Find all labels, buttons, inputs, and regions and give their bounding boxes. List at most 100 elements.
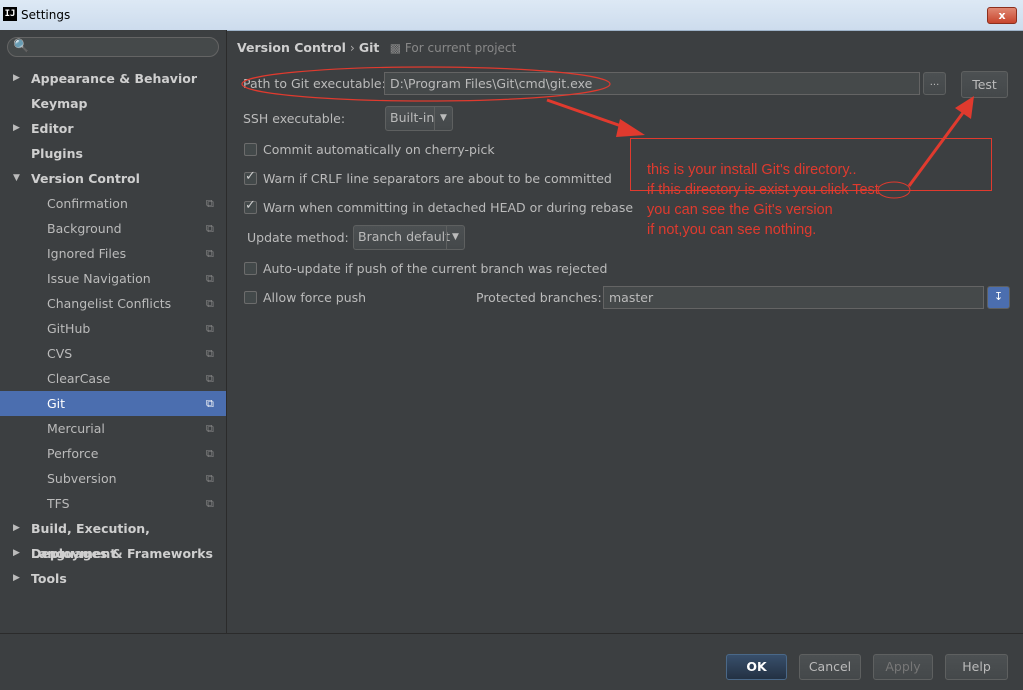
auto-update-checkbox[interactable] bbox=[244, 262, 257, 275]
sidebar-item-mercurial[interactable]: Mercurial ⧉ bbox=[0, 416, 226, 441]
allow-force-push-label: Allow force push bbox=[263, 290, 367, 305]
project-scope-icon: ⧉ bbox=[206, 222, 214, 235]
breadcrumb-separator: › bbox=[349, 40, 355, 55]
dialog-footer: OK Cancel Apply Help bbox=[0, 633, 1023, 690]
project-scope-icon: ⧉ bbox=[206, 197, 214, 210]
sidebar-item-label: CVS bbox=[47, 346, 73, 361]
sidebar-item-label: Languages & Frameworks bbox=[31, 546, 213, 561]
project-scope-icon: ⧉ bbox=[206, 372, 214, 385]
sidebar-item-github[interactable]: GitHub ⧉ bbox=[0, 316, 226, 341]
apply-button[interactable]: Apply bbox=[873, 654, 933, 680]
sidebar-item-label: Confirmation bbox=[47, 196, 128, 211]
sidebar-item-label: Perforce bbox=[47, 446, 99, 461]
sidebar-item-perforce[interactable]: Perforce ⧉ bbox=[0, 441, 226, 466]
search-icon: 🔍 bbox=[13, 39, 30, 54]
sidebar-item-plugins[interactable]: Plugins bbox=[0, 141, 226, 166]
sidebar-item-label: Mercurial bbox=[47, 421, 105, 436]
sidebar-item-subversion[interactable]: Subversion ⧉ bbox=[0, 466, 226, 491]
sidebar-item-languages-frameworks[interactable]: ▶ Languages & Frameworks bbox=[0, 541, 226, 566]
auto-update-label: Auto-update if push of the current branc… bbox=[263, 261, 608, 276]
project-scope-icon: ⧉ bbox=[206, 272, 214, 285]
annotation-overlay bbox=[241, 66, 974, 199]
project-scope-icon: ⧉ bbox=[206, 497, 214, 510]
sidebar-item-label: Changelist Conflicts bbox=[47, 296, 172, 311]
warn-crlf-checkbox[interactable] bbox=[244, 169, 257, 185]
chevron-down-icon: ▼ bbox=[434, 107, 452, 130]
warn-detached-head-checkbox[interactable] bbox=[244, 198, 257, 214]
sidebar-item-build-execution-deployment[interactable]: ▶ Build, Execution, Deployment bbox=[0, 516, 226, 561]
sidebar-item-changelist-conflicts[interactable]: Changelist Conflicts ⧉ bbox=[0, 291, 226, 316]
ssh-executable-select[interactable]: Built-in ▼ bbox=[385, 106, 453, 131]
sidebar-item-version-control[interactable]: ▼ Version Control bbox=[0, 166, 226, 191]
cancel-button[interactable]: Cancel bbox=[799, 654, 861, 680]
sidebar-item-issue-navigation[interactable]: Issue Navigation ⧉ bbox=[0, 266, 226, 291]
expand-arrow-icon[interactable]: ▶ bbox=[13, 516, 20, 541]
window-title: Settings bbox=[21, 8, 71, 22]
commit-on-cherry-pick-checkbox[interactable] bbox=[244, 143, 257, 156]
sidebar-item-label: Background bbox=[47, 221, 122, 236]
close-button[interactable]: x bbox=[987, 7, 1017, 24]
test-button[interactable]: Test bbox=[961, 71, 1008, 98]
project-scope-icon: ⧉ bbox=[206, 447, 214, 460]
expand-arrow-icon[interactable]: ▶ bbox=[13, 116, 20, 141]
sidebar-item-background[interactable]: Background ⧉ bbox=[0, 216, 226, 241]
expand-icon[interactable]: ↧ bbox=[987, 286, 1010, 309]
warn-detached-head-label: Warn when committing in detached HEAD or… bbox=[263, 200, 634, 215]
sidebar-item-label: Issue Navigation bbox=[47, 271, 151, 286]
project-scope-icon: ⧉ bbox=[206, 297, 214, 310]
sidebar-item-editor[interactable]: ▶ Editor bbox=[0, 116, 226, 141]
project-scope-icon: ⧉ bbox=[206, 247, 214, 260]
sidebar-item-cvs[interactable]: CVS ⧉ bbox=[0, 341, 226, 366]
expand-arrow-icon[interactable]: ▶ bbox=[13, 541, 20, 566]
update-method-select[interactable]: Branch default ▼ bbox=[353, 225, 465, 250]
sidebar-item-keymap[interactable]: Keymap bbox=[0, 91, 226, 116]
project-scope-icon: ▩ bbox=[389, 41, 405, 55]
sidebar-item-tfs[interactable]: TFS ⧉ bbox=[0, 491, 226, 516]
collapse-arrow-icon[interactable]: ▼ bbox=[13, 166, 20, 191]
browse-button[interactable]: ... bbox=[923, 72, 946, 95]
breadcrumb-git: Git bbox=[358, 40, 380, 55]
update-method-value: Branch default bbox=[358, 229, 451, 244]
sidebar-item-label: Plugins bbox=[31, 146, 83, 161]
arrow-to-test-head bbox=[955, 96, 974, 119]
sidebar-item-git[interactable]: Git ⧉ bbox=[0, 391, 226, 416]
project-scope-icon: ⧉ bbox=[206, 397, 214, 410]
ok-button[interactable]: OK bbox=[726, 654, 787, 680]
expand-arrow-icon[interactable]: ▶ bbox=[13, 566, 20, 591]
project-scope-icon: ⧉ bbox=[206, 322, 214, 335]
sidebar-item-label: Version Control bbox=[31, 171, 140, 186]
sidebar-item-label: ClearCase bbox=[47, 371, 111, 386]
protected-branches-label: Protected branches: bbox=[476, 290, 602, 305]
sidebar-item-confirmation[interactable]: Confirmation ⧉ bbox=[0, 191, 226, 216]
ssh-executable-value: Built-in bbox=[390, 110, 435, 125]
sidebar-item-label: TFS bbox=[47, 496, 70, 511]
path-to-git-label: Path to Git executable: bbox=[243, 76, 386, 91]
arrow-to-box-head bbox=[616, 119, 645, 137]
sidebar-item-appearance-behavior[interactable]: ▶ Appearance & Behavior bbox=[0, 66, 226, 91]
help-button[interactable]: Help bbox=[945, 654, 1008, 680]
app-icon: IJ bbox=[3, 7, 17, 21]
arrow-to-box-line bbox=[546, 98, 628, 130]
expand-arrow-icon[interactable]: ▶ bbox=[13, 66, 20, 91]
sidebar-item-label: Keymap bbox=[31, 96, 88, 111]
project-scope-icon: ⧉ bbox=[206, 347, 214, 360]
scope-text: For current project bbox=[404, 41, 517, 55]
search-input[interactable]: 🔍 bbox=[7, 37, 219, 57]
sidebar-item-tools[interactable]: ▶ Tools bbox=[0, 566, 226, 591]
breadcrumb-version-control: Version Control bbox=[237, 40, 346, 55]
update-method-label: Update method: bbox=[247, 230, 349, 245]
allow-force-push-checkbox[interactable] bbox=[244, 291, 257, 304]
sidebar-item-ignored-files[interactable]: Ignored Files ⧉ bbox=[0, 241, 226, 266]
sidebar-item-label: Tools bbox=[31, 571, 67, 586]
sidebar-item-label: GitHub bbox=[47, 321, 91, 336]
sidebar-item-label: Editor bbox=[31, 121, 74, 136]
annotation-text: this is your install Git's directory.. i… bbox=[647, 162, 879, 238]
scope-label: ▩ For current project bbox=[390, 41, 516, 55]
chevron-down-icon: ▼ bbox=[446, 226, 464, 249]
git-path-field[interactable]: D:\Program Files\Git\cmd\git.exe bbox=[384, 72, 920, 95]
protected-branches-field[interactable]: master bbox=[603, 286, 984, 309]
ssh-executable-label: SSH executable: bbox=[243, 111, 346, 126]
sidebar-item-clearcase[interactable]: ClearCase ⧉ bbox=[0, 366, 226, 391]
breadcrumb: Version Control › Git ▩ For current projec… bbox=[237, 40, 516, 55]
title-bar: IJ Settings x bbox=[0, 0, 1023, 31]
